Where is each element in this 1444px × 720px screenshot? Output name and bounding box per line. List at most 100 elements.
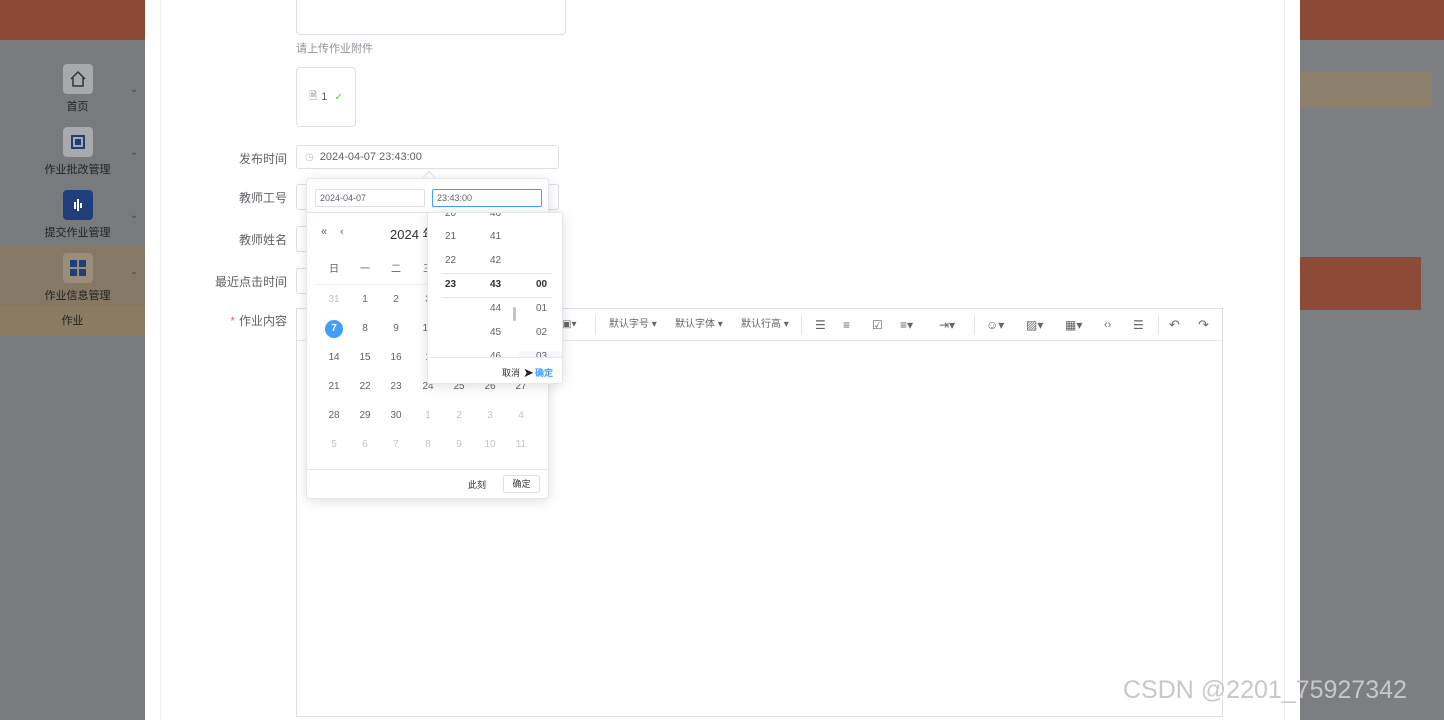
minute-option[interactable]: 41: [473, 231, 518, 242]
picker-time-input[interactable]: 23:43:00: [432, 189, 542, 207]
picker-header: 2024-04-07 23:43:00: [307, 179, 548, 213]
selected-day: 7: [325, 320, 343, 338]
bullet-list-icon[interactable]: ☰: [815, 309, 826, 341]
undo-icon[interactable]: ↶: [1169, 309, 1180, 341]
publish-time-label: 发布时间: [238, 152, 287, 166]
hour-spinner[interactable]: 20 21 22 23: [428, 213, 473, 357]
day-cell[interactable]: 14: [321, 348, 347, 368]
day-cell[interactable]: 29: [352, 406, 378, 426]
time-confirm-button[interactable]: 确定: [535, 366, 553, 379]
minute-option[interactable]: 42: [473, 255, 518, 266]
hour-option[interactable]: 20: [428, 213, 473, 219]
day-cell[interactable]: 3: [477, 406, 503, 426]
day-cell[interactable]: 31: [321, 290, 347, 310]
font-family-label: 默认字体: [675, 319, 715, 330]
check-circle-icon: ✓: [334, 91, 343, 103]
now-button[interactable]: 此刻: [468, 478, 486, 491]
line-height-select[interactable]: 默认行高 ▾: [741, 309, 789, 341]
todo-checkbox-icon[interactable]: ☑: [872, 309, 883, 341]
minute-option[interactable]: 45: [473, 327, 518, 338]
day-cell[interactable]: 30: [383, 406, 409, 426]
day-cell[interactable]: 6: [352, 435, 378, 455]
hour-option-selected[interactable]: 23: [428, 279, 473, 290]
code-icon[interactable]: ‹›: [1104, 309, 1111, 341]
day-cell[interactable]: 4: [508, 406, 534, 426]
picker-footer: 此刻 确定: [307, 469, 548, 499]
day-cell[interactable]: 5: [321, 435, 347, 455]
second-option-selected[interactable]: 00: [519, 279, 562, 290]
clock-icon: ◷: [305, 151, 314, 163]
day-cell[interactable]: 2: [446, 406, 472, 426]
scrollbar-thumb[interactable]: [513, 307, 516, 321]
home-icon: [63, 64, 93, 94]
day-cell[interactable]: 21: [321, 377, 347, 397]
sidebar-item-home[interactable]: 首页 ⌄: [0, 64, 145, 126]
teacher-id-label: 教师工号: [238, 191, 287, 205]
indent-icon[interactable]: ⇥▾: [939, 309, 955, 341]
day-cell[interactable]: 9: [383, 319, 409, 339]
confirm-button[interactable]: 确定: [503, 475, 540, 493]
font-family-select[interactable]: 默认字体 ▾: [675, 309, 723, 341]
minute-option[interactable]: 44: [473, 303, 518, 314]
emoji-icon[interactable]: ☺▾: [986, 309, 1004, 341]
time-cancel-button[interactable]: 取消: [502, 366, 520, 379]
day-cell[interactable]: 2: [383, 290, 409, 310]
divider: [595, 315, 596, 335]
background-bar: [1300, 257, 1421, 310]
day-cell[interactable]: 1: [415, 406, 441, 426]
second-option[interactable]: 02: [519, 327, 562, 338]
day-cell[interactable]: 8: [352, 319, 378, 339]
day-cell[interactable]: 8: [415, 435, 441, 455]
prev-month-icon[interactable]: ‹: [340, 226, 344, 238]
image-icon[interactable]: ▣▾: [562, 309, 576, 341]
second-option[interactable]: 01: [519, 303, 562, 314]
day-cell[interactable]: 1: [352, 290, 378, 310]
redo-icon[interactable]: ↷: [1198, 309, 1209, 341]
hour-option[interactable]: 21: [428, 231, 473, 242]
divider: [1158, 315, 1159, 335]
hour-option[interactable]: 22: [428, 255, 473, 266]
publish-time-value: 2024-04-07 23:43:00: [319, 151, 422, 163]
day-cell[interactable]: 15: [352, 348, 378, 368]
day-cell[interactable]: 22: [352, 377, 378, 397]
required-mark: *: [230, 314, 235, 328]
watermark: CSDN @2201_75927342: [1123, 676, 1407, 704]
divider: [801, 315, 802, 335]
line-height-label: 默认行高: [741, 319, 781, 330]
minute-option-selected[interactable]: 43: [473, 279, 518, 290]
publish-time-input[interactable]: ◷ 2024-04-07 23:43:00: [296, 145, 559, 169]
font-size-select[interactable]: 默认字号 ▾: [609, 309, 657, 341]
background-bar: [1300, 72, 1432, 108]
divider-line-icon[interactable]: ☰: [1133, 309, 1144, 341]
minute-spinner[interactable]: 40 41 42 43 44 45 46: [473, 213, 518, 357]
weekday-divider: [315, 284, 433, 285]
sidebar: 首页 ⌄ 作业批改管理 ⌄ 提交作业管理 ⌄ 作业信息管理 ⌃ 作业: [0, 40, 145, 720]
content-label: * 作业内容: [0, 312, 287, 329]
prev-year-icon[interactable]: «: [321, 226, 327, 238]
upload-area[interactable]: [296, 0, 566, 35]
day-cell[interactable]: 10: [477, 435, 503, 455]
day-cell[interactable]: 7: [383, 435, 409, 455]
numbered-list-icon[interactable]: ≡: [843, 309, 850, 341]
day-cell[interactable]: 9: [446, 435, 472, 455]
chevron-down-icon: ⌄: [130, 84, 139, 95]
image-insert-icon[interactable]: ▨▾: [1026, 309, 1043, 341]
day-cell[interactable]: 11: [508, 435, 534, 455]
day-cell-selected[interactable]: 7: [321, 319, 347, 339]
table-icon[interactable]: ▦▾: [1065, 309, 1082, 341]
content-label-text: 作业内容: [238, 314, 287, 328]
second-spinner[interactable]: 00 01 02 03: [519, 213, 562, 357]
picker-date-input[interactable]: 2024-04-07: [315, 189, 425, 207]
align-icon[interactable]: ≡▾: [900, 309, 913, 341]
upload-hint: 请上传作业附件: [296, 43, 373, 55]
teacher-name-label: 教师姓名: [238, 233, 287, 247]
minute-option[interactable]: 40: [473, 213, 518, 219]
sidebar-item-label: 首页: [66, 101, 89, 113]
day-cell[interactable]: 28: [321, 406, 347, 426]
day-cell[interactable]: 23: [383, 377, 409, 397]
last-click-time-label: 最近点击时间: [214, 275, 287, 289]
file-icon: 🗎: [309, 90, 318, 102]
day-cell[interactable]: 16: [383, 348, 409, 368]
mouse-cursor-icon: ➤: [523, 365, 534, 380]
uploaded-file-card[interactable]: 🗎 1 ✓: [296, 67, 356, 127]
